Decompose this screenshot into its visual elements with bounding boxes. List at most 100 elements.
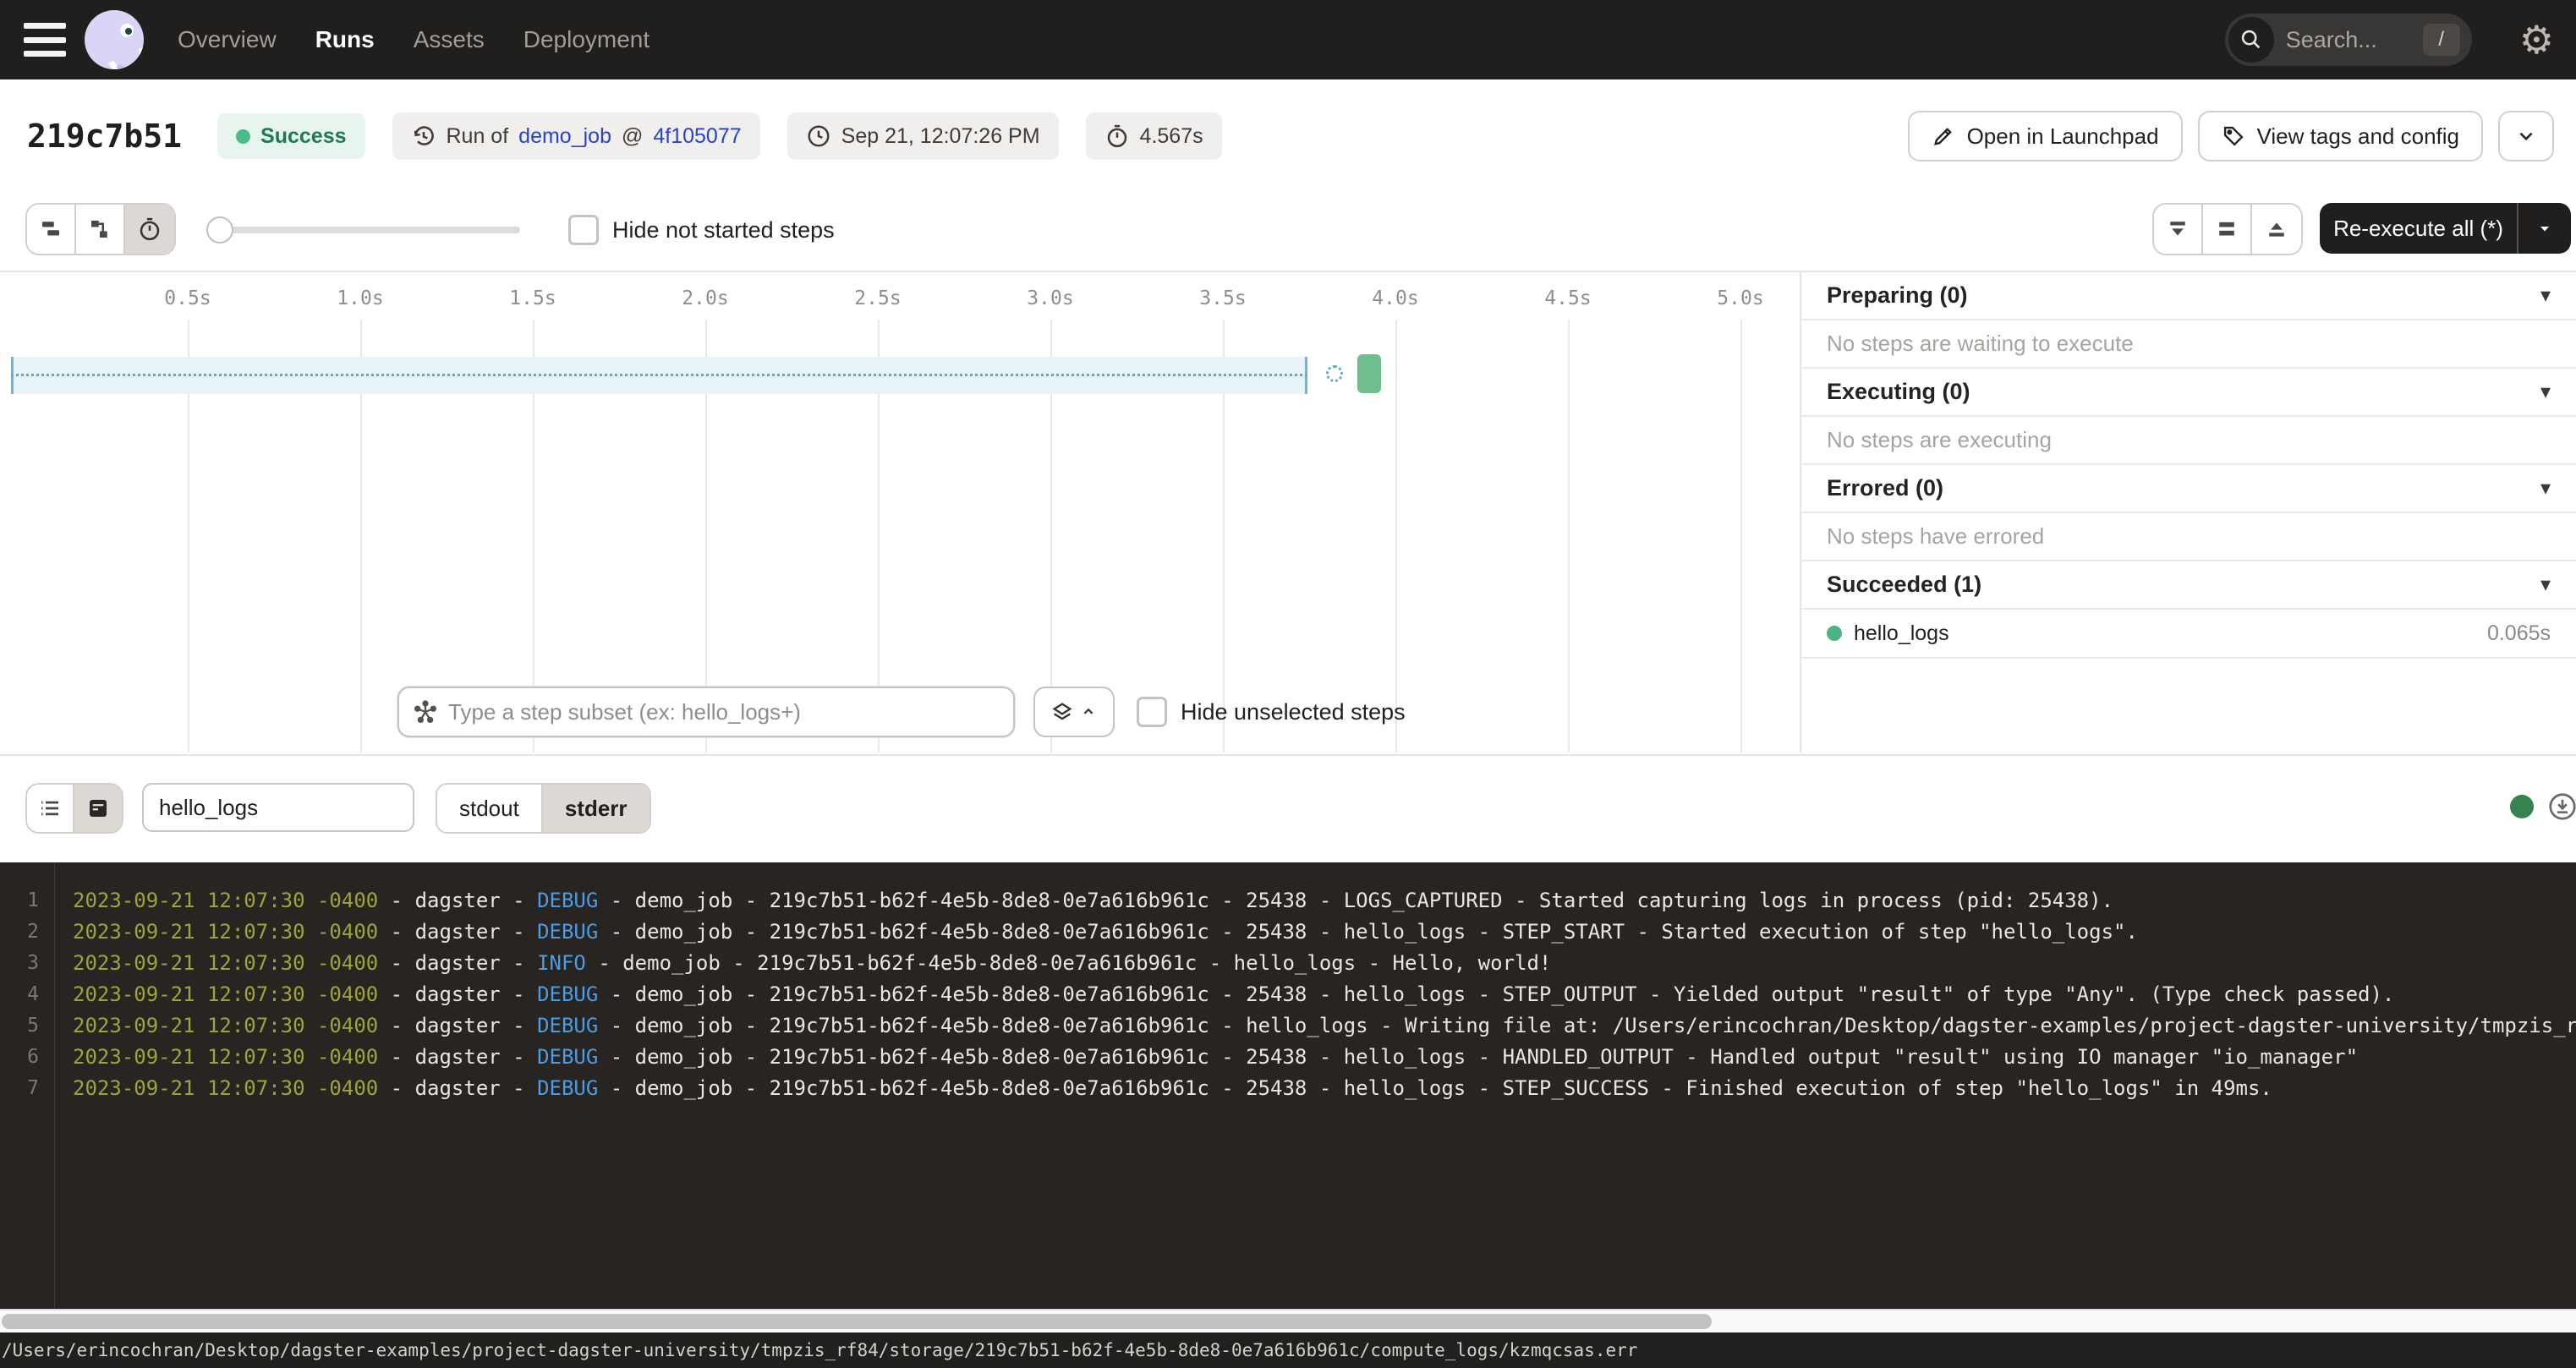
axis-tick: 4.0s [1372,287,1418,309]
section-title: Executing (0) [1827,379,1970,405]
view-mode-waterfall-button[interactable] [76,205,125,254]
run-duration: 4.567s [1140,124,1203,149]
step-bar-hello-logs[interactable] [1357,354,1381,393]
step-marker-circle[interactable] [1326,365,1343,382]
tab-stderr[interactable]: stderr [543,785,649,832]
collapse-triangle-icon[interactable]: ▾ [2540,283,2551,308]
dagster-logo[interactable] [85,10,144,69]
graph-query-toggle-button[interactable] [1033,687,1115,737]
collapse-triangle-icon[interactable]: ▾ [2540,380,2551,404]
search-input[interactable] [2286,27,2413,53]
nav-item-overview[interactable]: Overview [178,26,277,53]
line-number: 4 [0,983,39,1005]
step-name: hello_logs [1854,621,1949,646]
reexecute-split-button: Re-execute all (*) [2320,203,2571,254]
nav-item-assets[interactable]: Assets [414,26,485,53]
axis-tick: 5.0s [1717,287,1763,309]
nav-right: / ⚙ [2225,14,2554,66]
collapse-up-button[interactable] [2252,205,2301,254]
section-header-preparing[interactable]: Preparing (0) ▾ [1801,272,2576,320]
header-more-actions-button[interactable] [2498,111,2554,161]
panel-collapse-down-icon [2165,216,2190,242]
run-duration-tag: 4.567s [1086,112,1222,160]
log-level: DEBUG [537,982,598,1006]
collapse-triangle-icon[interactable]: ▾ [2540,476,2551,501]
reexecute-dropdown-button[interactable] [2518,218,2571,238]
gridline [1740,320,1742,752]
scrollbar-thumb[interactable] [2,1314,1712,1329]
layers-icon [1050,700,1074,724]
log-timestamp: 2023-09-21 12:07:30 -0400 [73,1076,378,1100]
search-box[interactable]: / [2225,14,2472,66]
gridline [1395,320,1397,752]
download-icon [2547,791,2576,822]
download-logs-button[interactable] [2547,791,2576,822]
job-name-link[interactable]: demo_job [518,124,611,149]
panel-split-icon [2214,216,2239,242]
list-view-icon [37,796,63,821]
view-tags-config-label: View tags and config [2257,123,2459,150]
log-source: - dagster - [378,920,537,944]
nav-item-deployment[interactable]: Deployment [523,26,649,53]
raw-log-view-button[interactable] [74,785,122,832]
stopwatch-icon [1104,123,1130,149]
log-source: - dagster - [378,982,537,1006]
collapse-down-button[interactable] [2154,205,2203,254]
log-level: DEBUG [537,889,598,912]
hide-not-started-checkbox[interactable] [568,215,599,245]
structured-log-view-button[interactable] [27,785,74,832]
run-start-time: Sep 21, 12:07:26 PM [841,124,1040,149]
log-message: - demo_job - 219c7b51-b62f-4e5b-8de8-0e7… [598,1076,2272,1100]
waterfall-view-icon [87,216,112,242]
top-nav: Overview Runs Assets Deployment / ⚙ [0,0,2576,79]
op-selector-icon [413,699,438,725]
hamburger-menu-icon[interactable] [24,23,66,57]
open-in-launchpad-button[interactable]: Open in Launchpad [1908,111,2183,161]
run-start-time-tag: Sep 21, 12:07:26 PM [787,112,1059,160]
axis-tick: 3.0s [1027,287,1073,309]
reexecute-all-button[interactable]: Re-execute all (*) [2320,216,2517,242]
log-output-panel[interactable]: 1 2023-09-21 12:07:30 -0400 - dagster - … [0,862,2576,1309]
split-panels-button[interactable] [2203,205,2252,254]
view-mode-timed-button[interactable] [125,205,174,254]
succeeded-step-row[interactable]: hello_logs 0.065s [1801,610,2576,659]
panel-layout-group [2152,203,2303,255]
zoom-slider-track[interactable] [211,227,520,233]
section-header-succeeded[interactable]: Succeeded (1) ▾ [1801,561,2576,610]
collapse-triangle-icon[interactable]: ▾ [2540,572,2551,597]
snapshot-link[interactable]: 4f105077 [653,124,741,149]
tab-stdout[interactable]: stdout [437,785,543,832]
gear-icon[interactable]: ⚙ [2519,20,2554,59]
gantt-chart-pane[interactable]: 0.5s 1.0s 1.5s 2.0s 2.5s 3.0s 3.5s 4.0s … [0,271,1800,752]
step-subset-input[interactable] [448,699,1013,725]
status-dot [236,129,250,144]
section-empty-executing: No steps are executing [1801,417,2576,465]
horizontal-scrollbar[interactable] [0,1309,2576,1332]
hide-not-started-control: Hide not started steps [568,215,835,245]
view-mode-flat-button[interactable] [27,205,76,254]
step-waiting-dotted-line [11,374,1307,376]
flat-view-icon [38,216,63,242]
nav-item-runs[interactable]: Runs [315,26,375,53]
section-empty-preparing: No steps are waiting to execute [1801,320,2576,369]
pencil-icon [1932,124,1955,148]
line-number: 7 [0,1077,39,1099]
section-header-errored[interactable]: Errored (0) ▾ [1801,465,2576,513]
axis-tick: 2.5s [854,287,901,309]
log-message: - demo_job - 219c7b51-b62f-4e5b-8de8-0e7… [598,920,2138,944]
zoom-slider-knob[interactable] [206,216,233,244]
hide-unselected-checkbox[interactable] [1137,697,1167,727]
view-tags-config-button[interactable]: View tags and config [2198,111,2483,161]
section-header-executing[interactable]: Executing (0) ▾ [1801,369,2576,417]
search-icon [2228,17,2274,63]
log-level: DEBUG [537,1045,598,1069]
log-timestamp: 2023-09-21 12:07:30 -0400 [73,951,378,975]
log-source: - dagster - [378,1014,537,1037]
step-success-dot [1827,626,1842,641]
empty-message: No steps are waiting to execute [1827,331,2134,357]
log-step-filter-input[interactable] [142,783,414,832]
panel-collapse-up-icon [2264,216,2289,242]
log-timestamp: 2023-09-21 12:07:30 -0400 [73,889,378,912]
run-of-tag: Run of demo_job @ 4f105077 [392,112,760,160]
line-number: 1 [0,889,39,911]
